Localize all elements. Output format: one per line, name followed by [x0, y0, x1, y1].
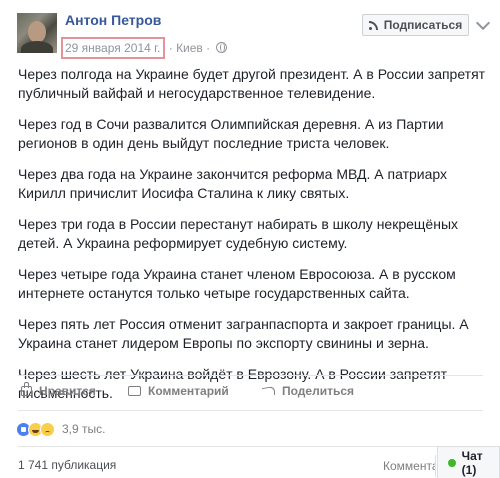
actions-divider-bottom — [18, 410, 483, 411]
post-paragraph: Через пять лет Россия отменит загранпасп… — [18, 316, 469, 351]
avatar-shoulders — [21, 41, 53, 53]
actions-divider-top — [18, 375, 483, 376]
reactions-count: 3,9 тыс. — [62, 422, 106, 436]
sad-icon — [40, 421, 55, 437]
share-icon — [262, 385, 275, 397]
avatar-face — [28, 21, 46, 43]
chat-label: Чат (1) — [461, 448, 483, 477]
like-label: Нравится — [39, 384, 96, 398]
post-paragraph: Через полгода на Украине будет другой пр… — [18, 66, 486, 101]
post-location[interactable]: Киев — [176, 41, 203, 55]
rss-icon — [368, 20, 379, 30]
meta-separator-2: · — [206, 41, 211, 55]
subscribe-button[interactable]: Подписаться — [362, 14, 469, 36]
globe-icon[interactable] — [215, 42, 227, 53]
post-paragraph: Через два года на Украине закончится реф… — [18, 166, 448, 201]
post-meta: 29 января 2014 г. · Киев · — [61, 37, 227, 59]
author-avatar[interactable] — [17, 13, 57, 53]
online-status-icon — [448, 458, 456, 467]
comment-label: Комментарий — [148, 384, 229, 398]
footer-divider — [18, 446, 483, 447]
publications-count[interactable]: 1 741 публикация — [18, 458, 116, 472]
comment-input-fragment[interactable]: Комментарий — [383, 455, 436, 477]
reactions-summary[interactable]: 3,9 тыс. — [16, 420, 105, 438]
comment-icon — [128, 386, 141, 396]
post-paragraph: Через четыре года Украина станет членом … — [18, 266, 456, 301]
author-name[interactable]: Антон Петров — [65, 12, 161, 28]
chevron-down-icon[interactable] — [475, 15, 491, 31]
share-label: Поделиться — [282, 384, 355, 398]
thumbs-up-icon — [21, 382, 32, 396]
share-button[interactable]: Поделиться — [262, 384, 354, 398]
comment-button[interactable]: Комментарий — [128, 384, 229, 398]
meta-separator: · — [168, 41, 173, 55]
post-paragraph: Через год в Сочи развалится Олимпийская … — [18, 116, 444, 151]
chat-tab[interactable]: Чат (1) — [437, 446, 500, 478]
post-body: Через полгода на Украине будет другой пр… — [18, 65, 488, 415]
post-actions: Нравится Комментарий Поделиться — [18, 382, 483, 402]
like-button[interactable]: Нравится — [21, 382, 96, 398]
post-date[interactable]: 29 января 2014 г. — [61, 37, 166, 59]
post-card: Антон Петров 29 января 2014 г. · Киев · … — [0, 0, 500, 478]
post-paragraph: Через три года в России перестанут набир… — [18, 216, 459, 251]
subscribe-label: Подписаться — [383, 18, 463, 32]
